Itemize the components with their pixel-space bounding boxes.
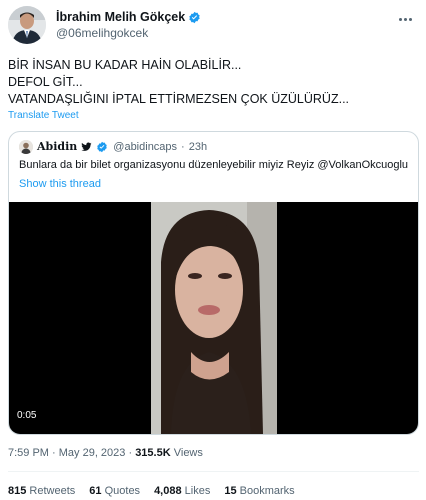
meta-separator: ·	[125, 447, 136, 459]
tweet-text-line: DEFOL GİT...	[8, 75, 83, 89]
likes-count: 4,088	[154, 485, 182, 497]
tweet-meta: 7:59 PM · May 29, 2023 · 315.5K Views	[8, 446, 203, 460]
quoted-tweet-time[interactable]: 23h	[189, 140, 207, 154]
show-thread-link[interactable]: Show this thread	[19, 177, 101, 191]
tweet-header: İbrahim Melih Gökçek @06melihgokcek	[8, 6, 418, 46]
verified-badge-icon	[188, 11, 201, 24]
quoted-tweet-text: Bunlara da bir bilet organizasyonu düzen…	[19, 159, 409, 171]
likes-stat[interactable]: 4,088 Likes	[154, 484, 210, 498]
quotes-count: 61	[89, 485, 102, 497]
tweet-date[interactable]: May 29, 2023	[59, 447, 126, 459]
bookmarks-label: Bookmarks	[239, 485, 295, 497]
tweet-text-line: VATANDAŞLIĞINI İPTAL ETTİRMEZSEN ÇOK ÜZÜ…	[8, 92, 350, 106]
video-frame	[151, 202, 277, 434]
retweets-stat[interactable]: 815 Retweets	[8, 484, 75, 498]
tweet-text-line: BİR İNSAN BU KADAR HAİN OLABİLİR...	[8, 58, 242, 72]
likes-label: Likes	[184, 485, 211, 497]
separator-dot: ·	[181, 141, 185, 153]
bookmarks-stat[interactable]: 15 Bookmarks	[224, 484, 294, 498]
quoted-author-avatar[interactable]	[19, 140, 33, 154]
quoted-tweet-header: Abidin @abidincaps · 23h	[19, 140, 207, 154]
views-label: Views	[173, 447, 203, 459]
tweet-stats: 815 Retweets 61 Quotes 4,088 Likes 15 Bo…	[8, 484, 295, 498]
quotes-stat[interactable]: 61 Quotes	[89, 484, 140, 498]
bookmarks-count: 15	[224, 485, 237, 497]
more-options-icon[interactable]	[396, 12, 414, 26]
author-info: İbrahim Melih Gökçek @06melihgokcek	[56, 10, 201, 41]
author-avatar[interactable]	[8, 6, 46, 44]
meta-separator: ·	[48, 447, 59, 459]
author-name[interactable]: İbrahim Melih Gökçek	[56, 10, 185, 25]
views-count: 315.5K	[135, 447, 171, 459]
retweets-label: Retweets	[29, 485, 76, 497]
quoted-verified-badge-icon	[96, 141, 109, 154]
quoted-author-handle[interactable]: @abidincaps	[113, 140, 177, 154]
video-player[interactable]: 0:05	[9, 202, 418, 434]
quoted-tweet[interactable]: Abidin @abidincaps · 23h Bunlara da bir …	[8, 131, 419, 435]
author-handle[interactable]: @06melihgokcek	[56, 25, 201, 41]
quoted-author-name[interactable]: Abidin	[37, 140, 77, 154]
quotes-label: Quotes	[104, 485, 141, 497]
tweet: İbrahim Melih Gökçek @06melihgokcek BİR …	[0, 0, 426, 500]
video-duration: 0:05	[17, 410, 37, 421]
tweet-text: BİR İNSAN BU KADAR HAİN OLABİLİR... DEFO…	[8, 57, 418, 108]
bird-icon	[81, 142, 92, 152]
translate-tweet-link[interactable]: Translate Tweet	[8, 110, 79, 122]
retweets-count: 815	[8, 485, 27, 497]
divider	[8, 471, 419, 472]
tweet-time[interactable]: 7:59 PM	[8, 447, 49, 459]
